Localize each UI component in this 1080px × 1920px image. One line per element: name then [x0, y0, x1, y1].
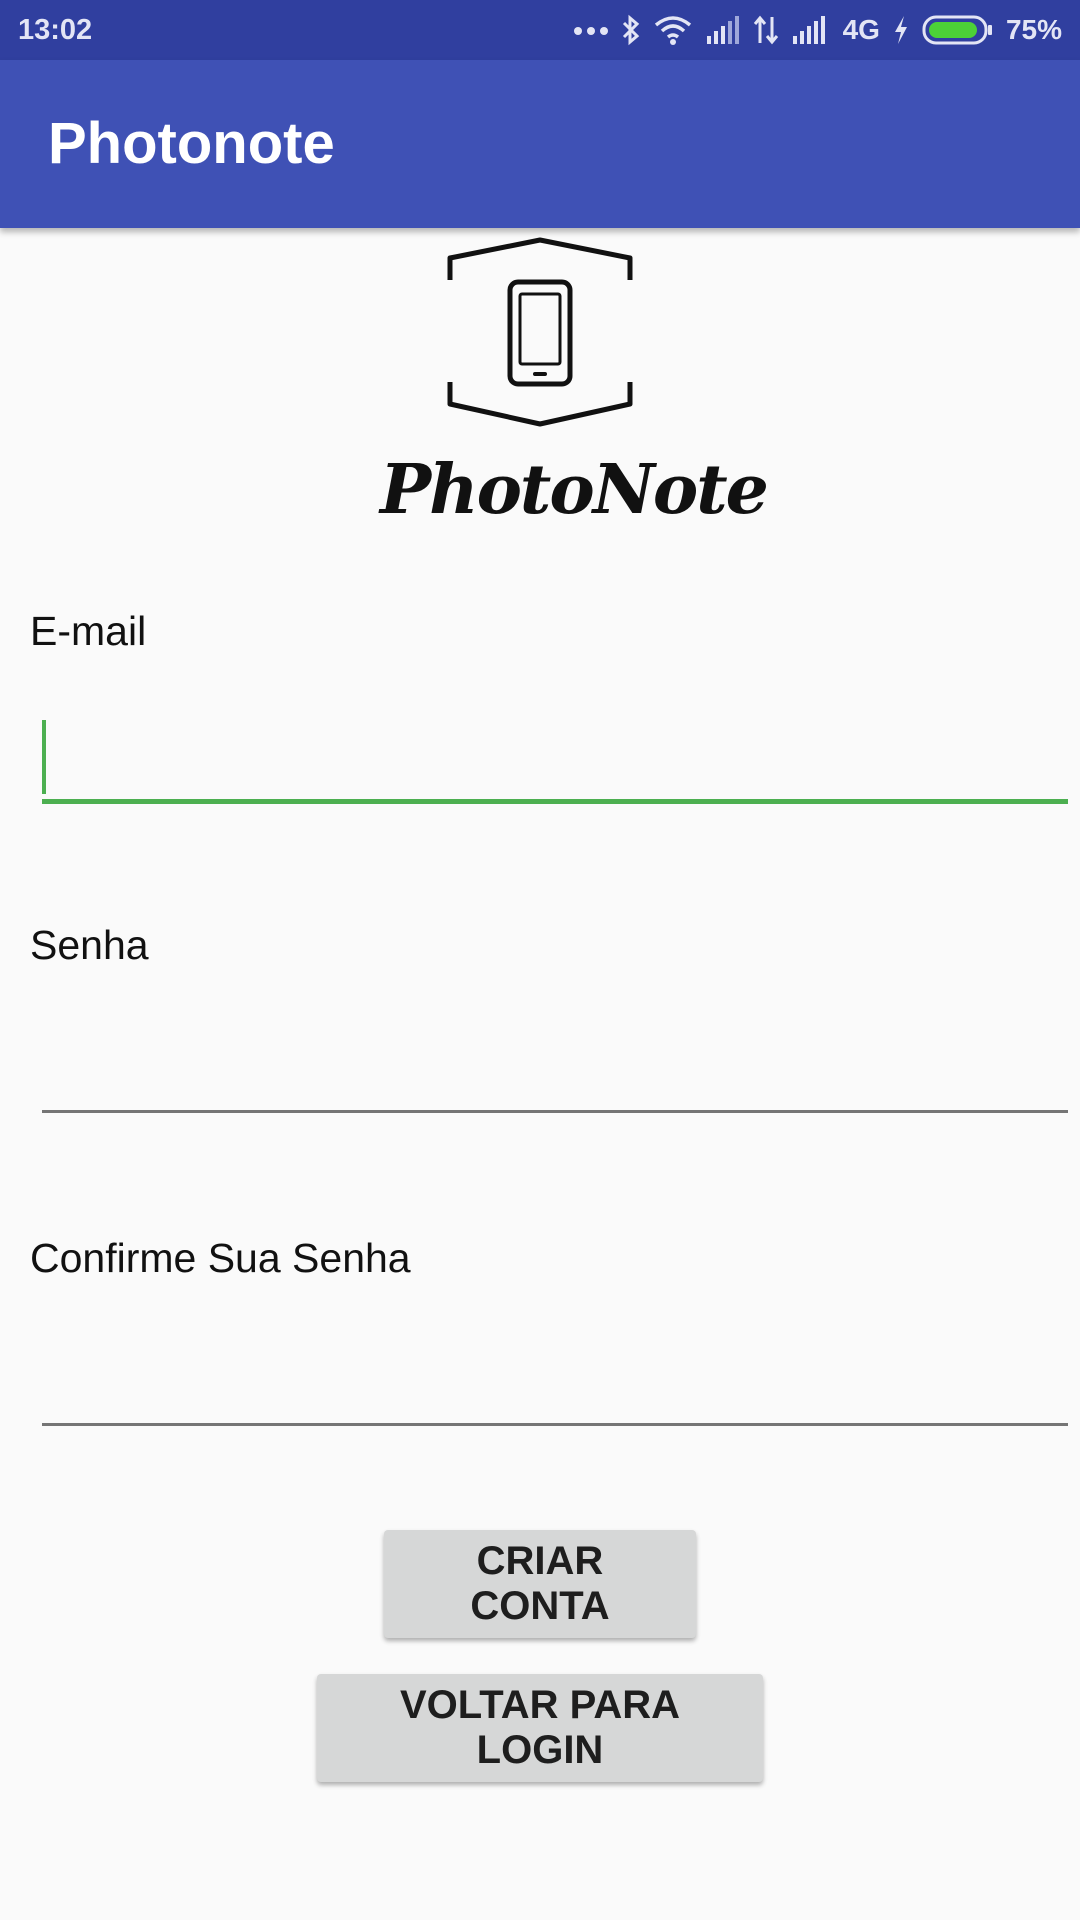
status-time: 13:02	[18, 14, 93, 46]
confirm-password-underline	[42, 1423, 1068, 1426]
status-bar: 13:02 4G 75%	[0, 0, 1080, 60]
email-label: E-mail	[30, 608, 147, 654]
app-title: Photonote	[48, 111, 335, 176]
password-label: Senha	[30, 922, 149, 968]
email-underline	[42, 799, 1068, 804]
create-account-button[interactable]: CRIAR CONTA	[384, 1530, 696, 1638]
email-field[interactable]	[42, 712, 1068, 802]
battery-percent: 75%	[1005, 14, 1062, 45]
more-dots-icon	[573, 27, 608, 35]
phone-camera-logo-icon	[447, 237, 633, 427]
app-logo: PhotoNote	[380, 230, 769, 550]
wifi-icon	[654, 16, 691, 45]
bluetooth-icon	[622, 14, 639, 46]
confirm-password-field[interactable]	[42, 1330, 1068, 1420]
charging-icon	[894, 16, 907, 44]
back-to-login-button[interactable]: VOLTAR PARA LOGIN	[317, 1674, 763, 1782]
status-icons: 4G 75%	[573, 0, 1062, 60]
battery-icon	[922, 15, 992, 45]
network-type: 4G	[842, 14, 880, 45]
signal-icon	[792, 16, 825, 44]
signal-icon	[706, 16, 739, 44]
logo-wordmark: PhotoNote	[380, 450, 769, 530]
app-bar: Photonote	[0, 60, 1080, 228]
data-arrows-icon	[753, 15, 778, 45]
password-underline	[42, 1110, 1068, 1113]
password-field[interactable]	[42, 1018, 1068, 1108]
confirm-password-label: Confirme Sua Senha	[30, 1235, 411, 1281]
